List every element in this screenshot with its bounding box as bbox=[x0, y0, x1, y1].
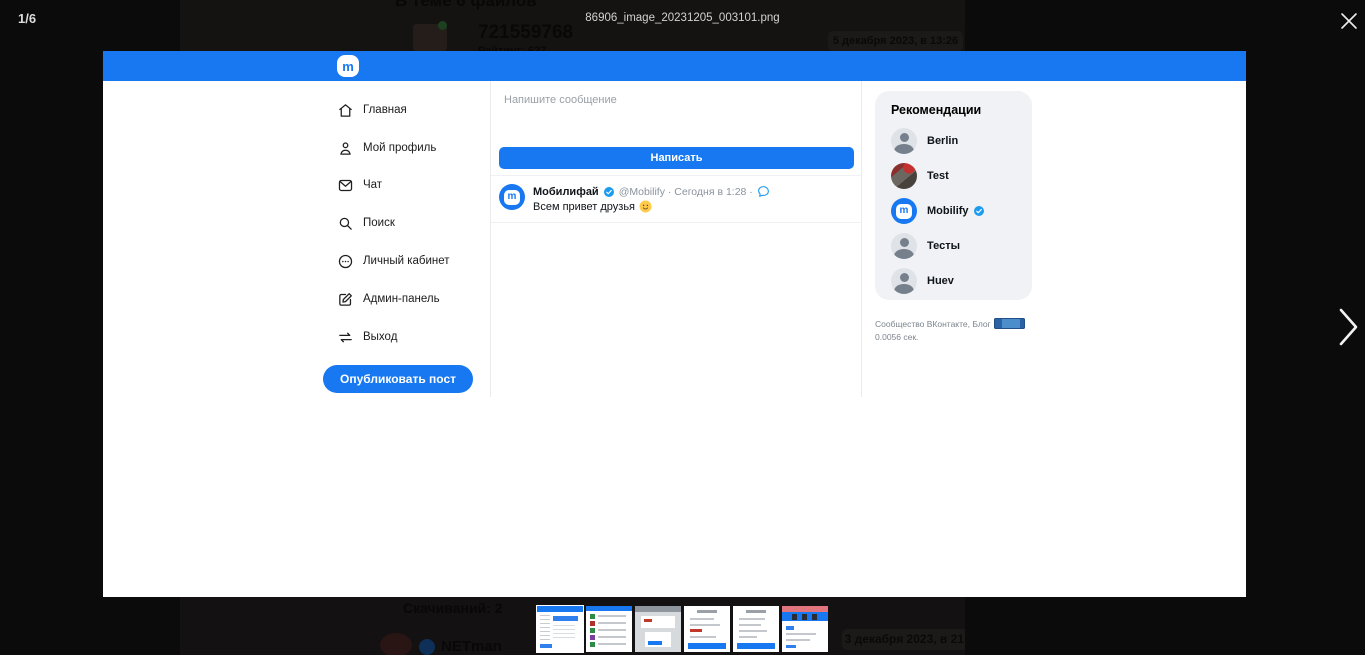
user-name: Mobilify bbox=[927, 205, 985, 217]
sidebar-item-label: Главная bbox=[363, 104, 407, 116]
sidebar-item-search[interactable]: Поиск bbox=[337, 213, 395, 233]
default-avatar-icon bbox=[891, 233, 917, 259]
user-name: Huev bbox=[927, 275, 954, 287]
post-author-avatar[interactable]: m bbox=[499, 184, 525, 210]
dimmed-crest-logo bbox=[380, 633, 412, 655]
dimmed-topic-text: В теме 6 файлов bbox=[395, 0, 537, 11]
user-photo-avatar bbox=[891, 163, 917, 189]
user-name: Тесты bbox=[927, 240, 960, 252]
close-button[interactable] bbox=[1334, 6, 1364, 36]
sidebar-item-label: Чат bbox=[363, 179, 382, 191]
recommended-user-testy[interactable]: Тесты bbox=[891, 233, 960, 259]
sidebar-item-home[interactable]: Главная bbox=[337, 100, 407, 120]
feed-column: Написать m Мобилифай @Mobilify · Сегодня… bbox=[490, 81, 862, 397]
recommended-user-berlin[interactable]: Berlin bbox=[891, 128, 958, 154]
divider bbox=[491, 222, 862, 223]
sidebar-item-admin[interactable]: Админ-панель bbox=[337, 289, 440, 309]
smiley-emoji-icon bbox=[639, 200, 652, 213]
search-icon bbox=[337, 215, 354, 232]
render-timing: 0.0056 сек. bbox=[875, 332, 918, 342]
thumbnail-6[interactable] bbox=[782, 606, 828, 652]
vk-counter-badge[interactable] bbox=[994, 318, 1025, 329]
sidebar-item-logout[interactable]: Выход bbox=[337, 327, 397, 347]
account-icon bbox=[337, 253, 354, 270]
recommended-user-test[interactable]: Test bbox=[891, 163, 949, 189]
app-logo-icon[interactable]: m bbox=[337, 55, 359, 77]
sidebar-item-label: Выход bbox=[363, 331, 397, 343]
app-footer-links[interactable]: Сообщество ВКонтакте, Блог bbox=[875, 318, 1025, 329]
close-icon bbox=[1334, 6, 1364, 36]
thumbnail-3[interactable] bbox=[635, 606, 681, 652]
dimmed-background-top: В теме 6 файлов 721559768 Рейтинг: 627 5… bbox=[180, 0, 965, 51]
user-name: Test bbox=[927, 170, 949, 182]
admin-panel-icon bbox=[337, 291, 354, 308]
verified-badge-icon bbox=[603, 186, 615, 198]
next-image-button[interactable] bbox=[1332, 302, 1364, 352]
dimmed-brand-logo bbox=[419, 639, 435, 655]
user-name: Berlin bbox=[927, 135, 958, 147]
publish-post-button[interactable]: Опубликовать пост bbox=[323, 365, 473, 393]
post-author-name[interactable]: Мобилифай bbox=[533, 186, 599, 198]
logo-avatar-icon: m bbox=[891, 198, 917, 224]
dimmed-brand: NETman bbox=[441, 638, 502, 655]
verified-badge-icon bbox=[973, 205, 985, 217]
post-meta: @Mobilify · Сегодня в 1:28 · bbox=[619, 186, 753, 198]
thumbnail-4[interactable] bbox=[684, 606, 730, 652]
sidebar-item-profile[interactable]: Мой профиль bbox=[337, 138, 436, 158]
default-avatar-icon bbox=[891, 268, 917, 294]
chevron-right-icon bbox=[1332, 302, 1364, 352]
write-post-button[interactable]: Написать bbox=[499, 147, 854, 169]
sidebar-item-label: Админ-панель bbox=[363, 293, 440, 305]
dimmed-user-id: 721559768 bbox=[478, 22, 573, 44]
thumbnail-1[interactable] bbox=[537, 606, 583, 652]
divider bbox=[491, 175, 862, 176]
comment-icon[interactable] bbox=[757, 185, 770, 198]
recommended-user-mobilify[interactable]: m Mobilify bbox=[891, 198, 985, 224]
thumbnail-strip bbox=[537, 606, 828, 652]
thumbnail-2[interactable] bbox=[586, 606, 632, 652]
image-filename: 86906_image_20231205_003101.png bbox=[0, 12, 1365, 24]
home-icon bbox=[337, 102, 354, 119]
thumbnail-5[interactable] bbox=[733, 606, 779, 652]
post-header: Мобилифай @Mobilify · Сегодня в 1:28 · bbox=[533, 185, 770, 198]
dimmed-date-chip: 5 декабря 2023, в 13:26 bbox=[828, 31, 963, 51]
app-navbar: m bbox=[103, 51, 1246, 81]
sidebar-item-label: Мой профиль bbox=[363, 142, 436, 154]
dimmed-downloads: Скачиваний: 2 bbox=[403, 600, 503, 616]
recommendations-title: Рекомендации bbox=[891, 103, 981, 117]
sidebar-item-account[interactable]: Личный кабинет bbox=[337, 251, 450, 271]
chat-icon bbox=[337, 177, 354, 194]
viewed-image: m Главная Мой профиль Чат bbox=[103, 51, 1246, 597]
logo-bubble-icon: m bbox=[504, 190, 520, 205]
dimmed-date-chip-bottom: 3 декабря 2023, в 21:32 bbox=[842, 629, 965, 650]
sidebar-item-label: Поиск bbox=[363, 217, 395, 229]
recommended-user-huev[interactable]: Huev bbox=[891, 268, 954, 294]
post-text: Всем привет друзья bbox=[533, 200, 652, 213]
recommendations-card: Рекомендации Berlin Test m Mobilify bbox=[875, 91, 1032, 300]
sidebar-item-chat[interactable]: Чат bbox=[337, 175, 382, 195]
logout-icon bbox=[337, 329, 354, 346]
profile-icon bbox=[337, 140, 354, 157]
composer-input[interactable] bbox=[504, 94, 844, 106]
app-logo-letter: m bbox=[342, 60, 354, 73]
sidebar-item-label: Личный кабинет bbox=[363, 255, 450, 267]
default-avatar-icon bbox=[891, 128, 917, 154]
